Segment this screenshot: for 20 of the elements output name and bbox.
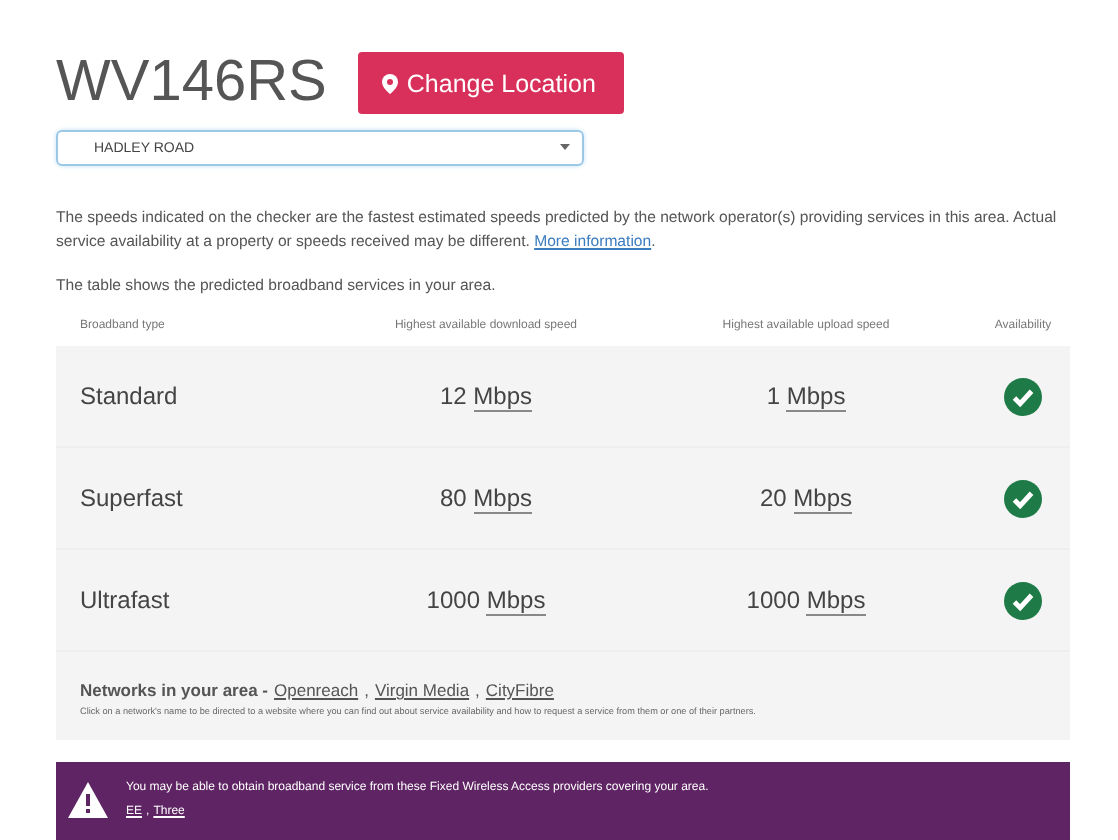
change-location-button[interactable]: Change Location — [358, 52, 624, 114]
warning-icon — [68, 782, 108, 818]
broadband-type-cell-text: Superfast — [78, 484, 185, 512]
caret-icon — [560, 144, 570, 152]
download-speed-cell-text: 1000 Mbps — [424, 586, 548, 614]
network-link[interactable]: CityFibre — [485, 680, 554, 700]
networks-label: Networks in your area - — [80, 680, 269, 700]
comma-text: , — [475, 680, 480, 700]
download-speed-cell-text: 80 Mbps — [437, 484, 535, 512]
upload-speed-cell-text: 1000 Mbps — [744, 586, 868, 614]
comma-text: , — [364, 680, 369, 700]
network-link[interactable]: Virgin Media — [374, 680, 470, 700]
upload-speed-cell-text: 20 Mbps — [757, 484, 855, 512]
broadband-type-cell-text: Ultrafast — [78, 586, 172, 614]
map-pin-icon — [382, 73, 399, 93]
upload-speed-cell-text: 1 Mbps — [764, 382, 848, 410]
network-link[interactable]: Openreach — [274, 680, 359, 700]
postcode-heading: WV146RS — [56, 52, 327, 114]
broadband-type-cell-text: Standard — [78, 382, 180, 410]
download-speed-cell-text: 12 Mbps — [437, 382, 535, 410]
